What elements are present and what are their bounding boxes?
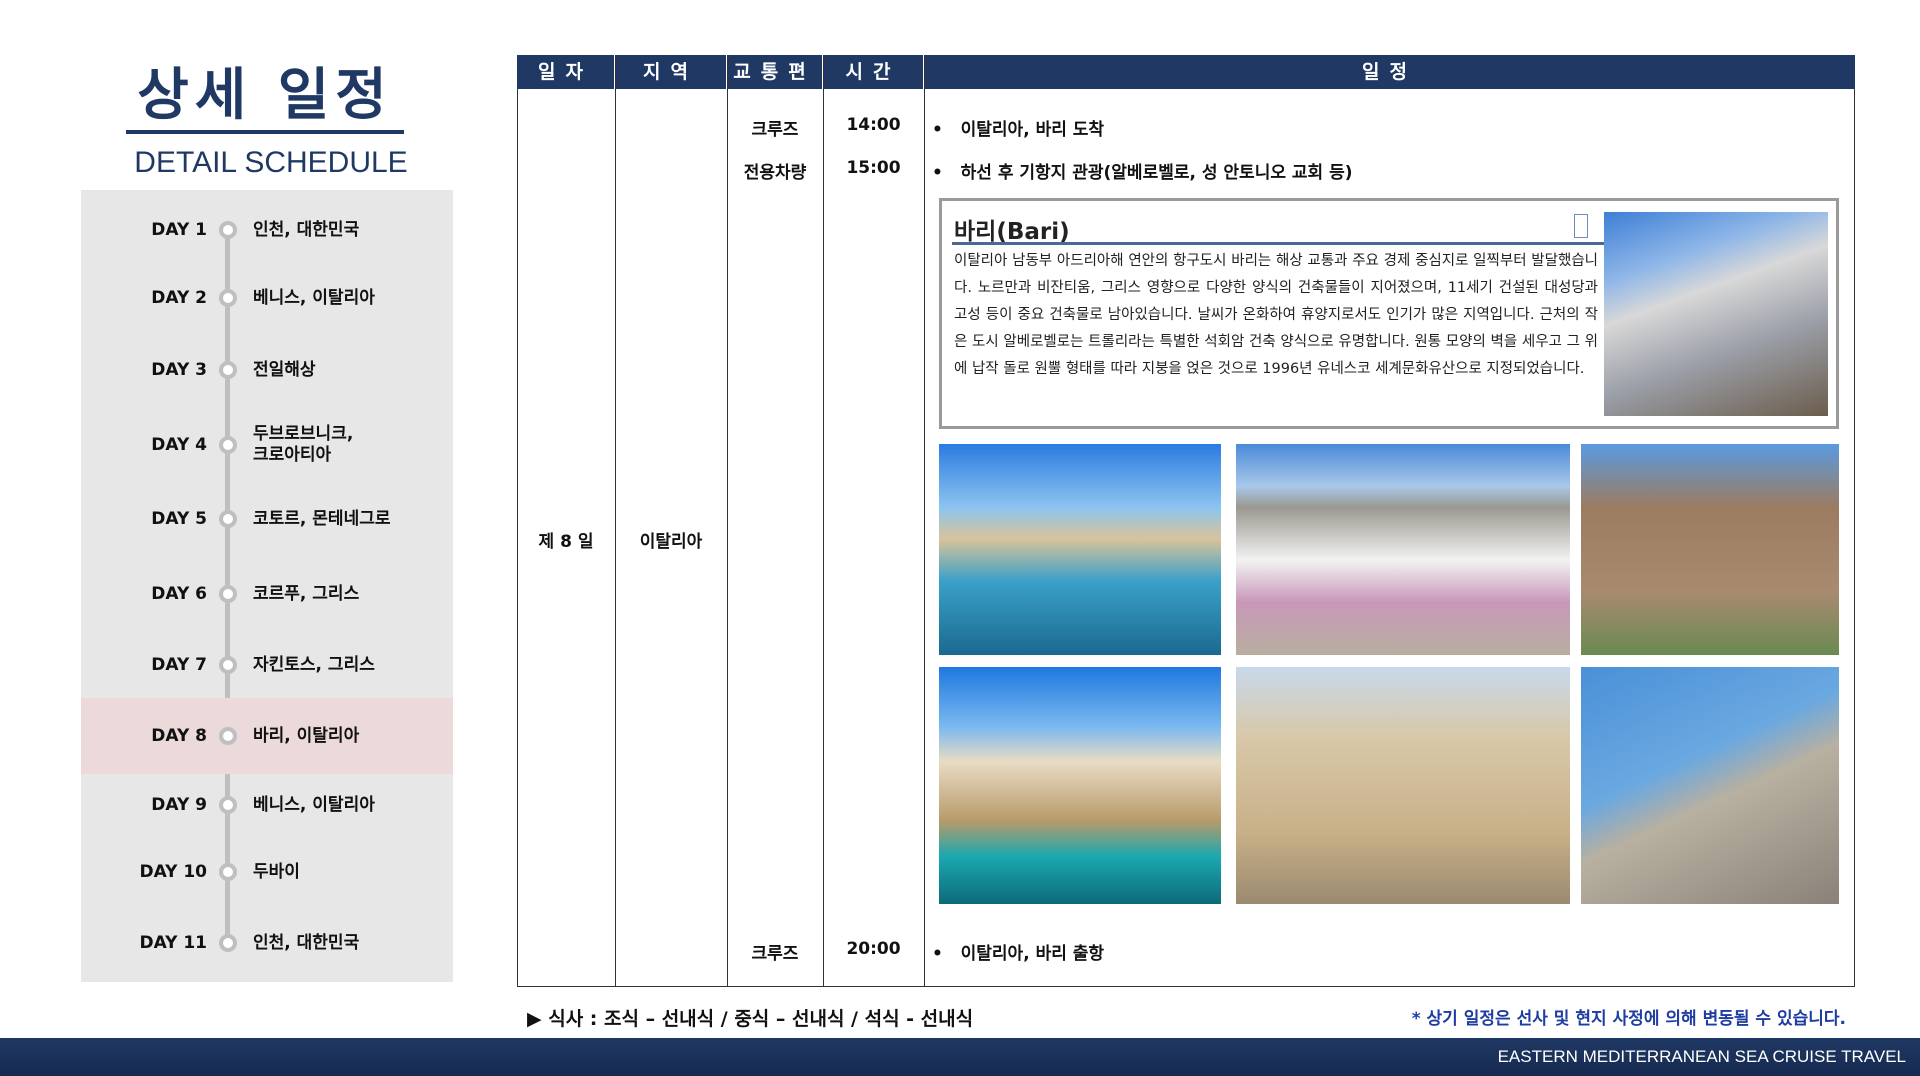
header-time: 시간 xyxy=(823,55,924,89)
region-cell: 이탈리아 xyxy=(639,532,703,552)
title-underline xyxy=(126,130,404,134)
day-place: 코토르, 몬테네그로 xyxy=(253,508,391,529)
timeline-dot xyxy=(219,796,237,814)
polignano-cliff-photo xyxy=(939,667,1221,904)
sidebar-day-6[interactable]: DAY 6 코르푸, 그리스 xyxy=(81,574,453,614)
day-label: DAY 4 xyxy=(151,435,207,455)
day-label: DAY 2 xyxy=(151,288,207,308)
column-divider xyxy=(823,55,824,987)
day-label: DAY 9 xyxy=(151,795,207,815)
timeline-dot xyxy=(219,656,237,674)
alberobello-trulli-photo xyxy=(1236,444,1570,655)
day-place: 베니스, 이탈리아 xyxy=(253,287,375,308)
timeline-dot xyxy=(219,727,237,745)
trullo-roof-photo xyxy=(1581,667,1839,904)
header-transport: 교통편 xyxy=(727,55,823,89)
transport-cell: 크루즈 xyxy=(751,120,799,140)
table-header: 일자 지역 교통편 시간 일정 xyxy=(517,55,1855,89)
day-place: 두브로브니크, 크로아티아 xyxy=(253,424,354,465)
bari-palace-photo xyxy=(1581,444,1839,655)
sidebar-day-3[interactable]: DAY 3 전일해상 xyxy=(81,350,453,390)
sidebar-day-1[interactable]: DAY 1 인천, 대한민국 xyxy=(81,210,453,250)
day-label: DAY 5 xyxy=(151,509,207,529)
day-place: 코르푸, 그리스 xyxy=(253,583,360,604)
day-place: 인천, 대한민국 xyxy=(253,219,360,240)
timeline-dot xyxy=(219,934,237,952)
day-label: DAY 11 xyxy=(139,933,207,953)
time-cell: 15:00 xyxy=(846,158,901,178)
day-label: DAY 1 xyxy=(151,220,207,240)
day-label: DAY 8 xyxy=(151,726,207,746)
header-schedule: 일정 xyxy=(1362,61,1417,83)
schedule-change-note: * 상기 일정은 선사 및 현지 사정에 의해 변동될 수 있습니다. xyxy=(1411,1009,1846,1029)
timeline-dot xyxy=(219,510,237,528)
day-label: DAY 3 xyxy=(151,360,207,380)
st-anthony-church-photo xyxy=(1236,667,1570,904)
page-subtitle: DETAIL SCHEDULE xyxy=(134,146,408,179)
sidebar-day-8[interactable]: DAY 8 바리, 이탈리아 xyxy=(81,698,453,774)
timeline-dot xyxy=(219,585,237,603)
schedule-item: • 이탈리아, 바리 출항 xyxy=(932,944,1105,964)
bari-info-title: 바리(Bari) xyxy=(954,219,1070,245)
tower-icon xyxy=(1574,214,1588,238)
day-place: 인천, 대한민국 xyxy=(253,932,360,953)
day-place: 두바이 xyxy=(253,861,300,882)
column-divider xyxy=(615,55,616,987)
time-cell: 14:00 xyxy=(846,115,901,135)
sidebar-day-9[interactable]: DAY 9 베니스, 이탈리아 xyxy=(81,785,453,825)
sidebar-day-2[interactable]: DAY 2 베니스, 이탈리아 xyxy=(81,278,453,318)
timeline-dot xyxy=(219,436,237,454)
transport-cell: 전용차량 xyxy=(743,163,807,183)
timeline-dot xyxy=(219,361,237,379)
bari-info-text: 이탈리아 남동부 아드리아해 연안의 항구도시 바리는 해상 교통과 주요 경제… xyxy=(954,253,1598,377)
date-cell: 제 8 일 xyxy=(538,532,594,552)
sidebar-day-7[interactable]: DAY 7 자킨토스, 그리스 xyxy=(81,645,453,685)
day-label: DAY 6 xyxy=(151,584,207,604)
meal-info: ▶ 식사 : 조식 – 선내식 / 중식 – 선내식 / 석식 - 선내식 xyxy=(527,1008,974,1030)
header-date: 일자 xyxy=(517,55,615,89)
column-divider xyxy=(924,55,925,987)
sidebar-day-11[interactable]: DAY 11 인천, 대한민국 xyxy=(81,923,453,963)
timeline-dot xyxy=(219,221,237,239)
column-divider xyxy=(727,55,728,987)
footer-bar-text: EASTERN MEDITERRANEAN SEA CRUISE TRAVEL xyxy=(1497,1047,1906,1066)
schedule-item: • 이탈리아, 바리 도착 xyxy=(932,120,1105,140)
day-place: 전일해상 xyxy=(253,359,316,380)
timeline-dot xyxy=(219,863,237,881)
day-place: 바리, 이탈리아 xyxy=(253,725,360,746)
day-label: DAY 10 xyxy=(139,862,207,882)
sidebar-day-10[interactable]: DAY 10 두바이 xyxy=(81,852,453,892)
sidebar-day-5[interactable]: DAY 5 코토르, 몬테네그로 xyxy=(81,499,453,539)
timeline-dot xyxy=(219,289,237,307)
header-region: 지역 xyxy=(615,55,727,89)
info-title-underline xyxy=(952,242,1604,245)
footer-bar: EASTERN MEDITERRANEAN SEA CRUISE TRAVEL xyxy=(0,1038,1920,1076)
time-cell: 20:00 xyxy=(846,939,901,959)
day-place: 베니스, 이탈리아 xyxy=(253,794,375,815)
page-title: 상세 일정 xyxy=(137,63,393,128)
sidebar-day-4[interactable]: DAY 4 두브로브니크, 크로아티아 xyxy=(81,424,453,465)
day-label: DAY 7 xyxy=(151,655,207,675)
schedule-item: • 하선 후 기항지 관광(알베로벨로, 성 안토니오 교회 등) xyxy=(932,163,1353,183)
trulli-alley-photo xyxy=(1604,212,1828,416)
day-place: 자킨토스, 그리스 xyxy=(253,654,375,675)
transport-cell: 크루즈 xyxy=(751,944,799,964)
bari-harbor-photo xyxy=(939,444,1221,655)
